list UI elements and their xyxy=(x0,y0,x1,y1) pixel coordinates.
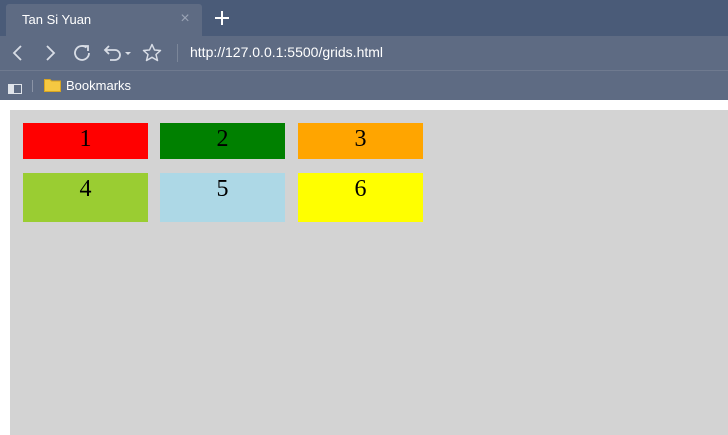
sidebar-icon[interactable] xyxy=(8,81,22,94)
grid-item-6: 6 xyxy=(298,173,423,222)
bookmarks-label: Bookmarks xyxy=(66,78,132,93)
star-icon[interactable] xyxy=(140,41,164,65)
tab-bar: Tan Si Yuan × xyxy=(0,0,728,36)
close-icon[interactable]: × xyxy=(178,10,192,28)
undo-icon[interactable] xyxy=(100,41,134,65)
grid-item-5: 5 xyxy=(160,173,285,222)
tab-title: Tan Si Yuan xyxy=(22,12,92,27)
folder-icon xyxy=(44,77,61,98)
toolbar-divider xyxy=(177,44,178,62)
grid-container: 1 2 3 4 5 6 xyxy=(10,110,728,435)
grid-item-4: 4 xyxy=(23,173,148,222)
page-viewport: 1 2 3 4 5 6 xyxy=(0,100,728,435)
plus-icon[interactable] xyxy=(212,8,232,28)
back-icon[interactable] xyxy=(6,41,30,65)
grid-item-1: 1 xyxy=(23,123,148,159)
browser-tab[interactable]: Tan Si Yuan × xyxy=(6,4,202,36)
grid-item-2: 2 xyxy=(160,123,285,159)
address-bar[interactable]: http://127.0.0.1:5500/grids.html xyxy=(190,44,383,60)
bookmarks-bar: Bookmarks xyxy=(0,70,728,100)
forward-icon[interactable] xyxy=(38,41,62,65)
grid-item-3: 3 xyxy=(298,123,423,159)
navigation-toolbar: http://127.0.0.1:5500/grids.html xyxy=(0,36,728,70)
reload-icon[interactable] xyxy=(70,41,94,65)
bookmarks-divider xyxy=(32,80,33,92)
